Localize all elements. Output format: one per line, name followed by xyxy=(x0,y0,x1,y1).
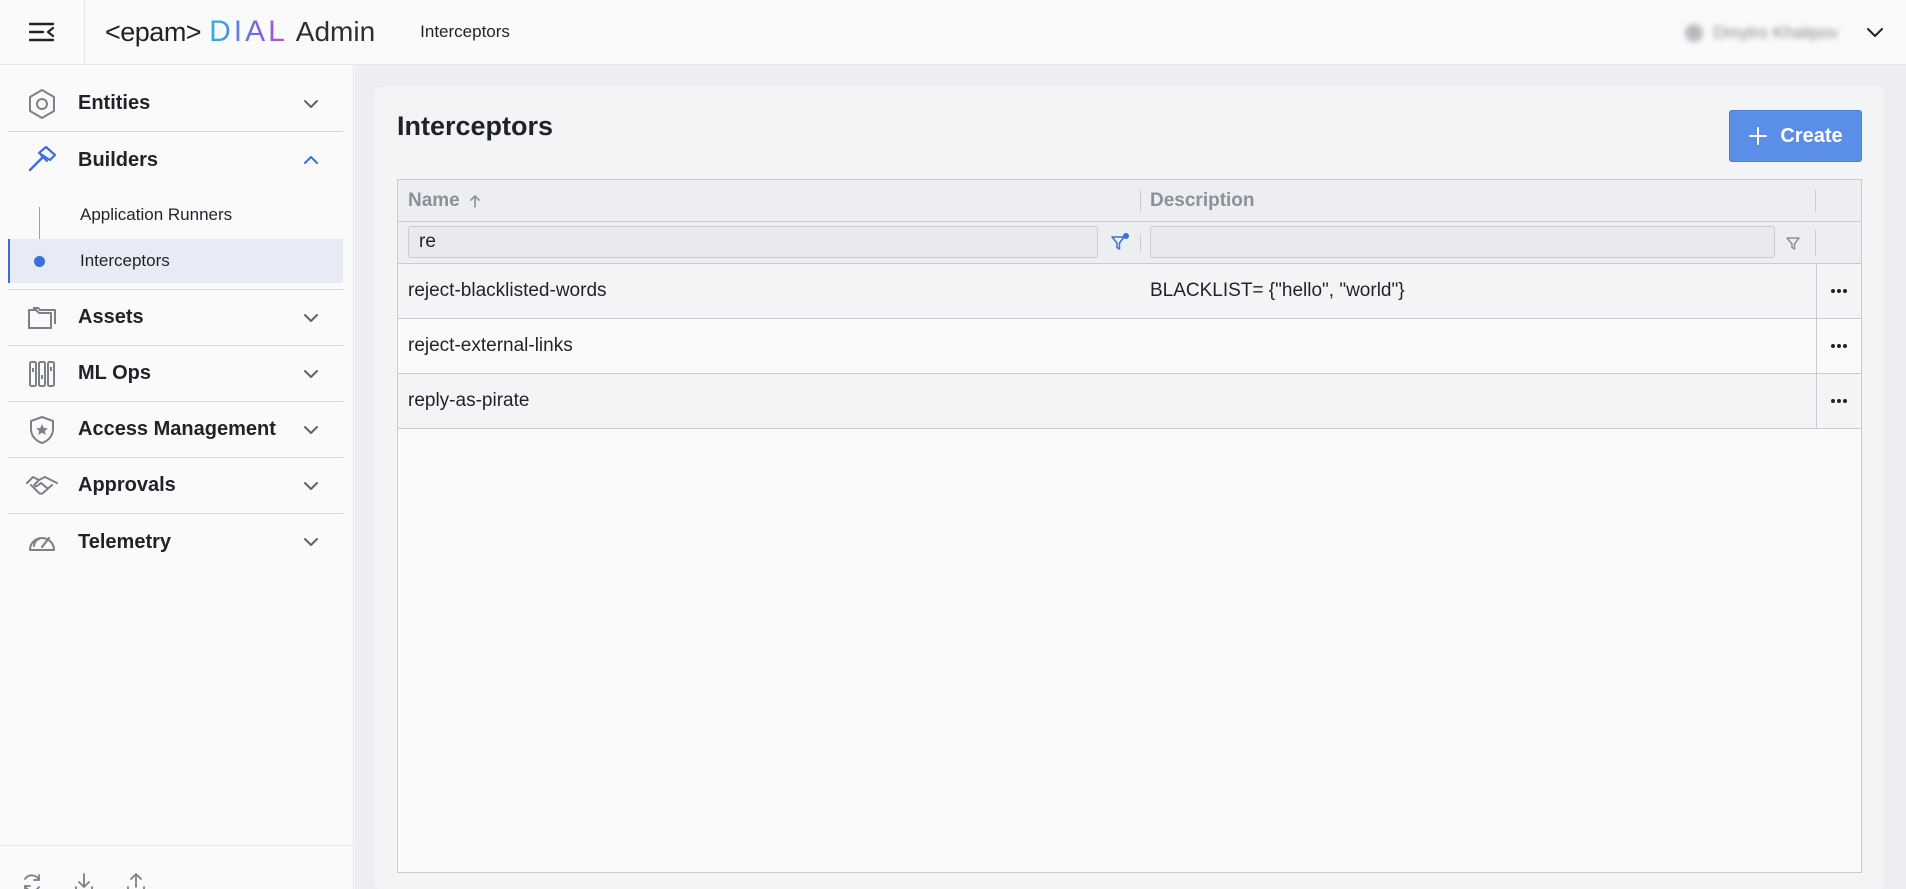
ml-ops-icon xyxy=(22,354,62,394)
table-header: Name Description xyxy=(398,180,1861,222)
sidebar-section-access-management[interactable]: Access Management xyxy=(8,402,343,458)
user-name: Dmytro Khalipov xyxy=(1713,22,1838,42)
sidebar-section-label: Approvals xyxy=(78,474,176,496)
table-row[interactable]: reject-external-links xyxy=(398,319,1861,374)
folder-icon xyxy=(22,298,62,338)
column-header-label: Description xyxy=(1150,190,1255,211)
cell-description: BLACKLIST= {"hello", "world"} xyxy=(1150,280,1405,301)
sidebar-section-label: Access Management xyxy=(78,418,276,440)
refresh-icon[interactable] xyxy=(20,871,44,889)
more-horizontal-icon xyxy=(1831,344,1847,348)
sort-ascending-icon xyxy=(469,195,480,208)
sidebar-section-telemetry[interactable]: Telemetry xyxy=(8,514,343,570)
table-row[interactable]: reject-blacklisted-words BLACKLIST= {"he… xyxy=(398,264,1861,319)
column-header-description[interactable]: Description xyxy=(1150,180,1810,222)
download-icon[interactable] xyxy=(72,871,96,889)
sidebar-item-application-runners[interactable]: Application Runners xyxy=(8,193,343,237)
sidebar-section-assets[interactable]: Assets xyxy=(8,290,343,346)
sidebar-section-label: ML Ops xyxy=(78,362,151,384)
handshake-icon xyxy=(22,466,62,506)
logo-dial: DIAL xyxy=(209,15,288,48)
chevron-down-icon xyxy=(301,420,321,440)
sidebar-footer xyxy=(0,845,354,889)
top-header: <epam> DIAL Admin Interceptors Dmytro Kh… xyxy=(0,0,1906,65)
menu-collapse-icon xyxy=(29,22,55,42)
name-filter-input[interactable] xyxy=(408,226,1098,258)
cell-name: reject-external-links xyxy=(408,335,573,356)
chevron-up-icon xyxy=(301,150,321,170)
logo-epam: <epam> xyxy=(105,17,202,47)
upload-icon[interactable] xyxy=(124,871,148,889)
sidebar-section-builders[interactable]: Builders xyxy=(8,132,343,188)
row-actions-button[interactable] xyxy=(1816,374,1861,428)
gauge-icon xyxy=(22,522,62,562)
app-logo[interactable]: <epam> DIAL Admin xyxy=(105,15,375,49)
divider xyxy=(1815,230,1816,256)
chevron-down-icon xyxy=(1867,27,1883,37)
column-resize-handle[interactable] xyxy=(1815,190,1816,212)
sidebar-item-interceptors[interactable]: Interceptors xyxy=(8,239,343,283)
create-button-label: Create xyxy=(1780,124,1843,147)
table-filter-row xyxy=(398,222,1861,264)
shield-star-icon xyxy=(22,410,62,450)
create-button[interactable]: Create xyxy=(1729,110,1862,162)
breadcrumb: Interceptors xyxy=(420,22,510,41)
logo-admin: Admin xyxy=(295,16,376,47)
filter-active-icon[interactable] xyxy=(1110,233,1130,253)
active-item-marker xyxy=(34,256,45,267)
menu-toggle-button[interactable] xyxy=(0,0,85,65)
chevron-down-icon xyxy=(301,476,321,496)
sidebar-section-label: Entities xyxy=(78,92,151,114)
chevron-down-icon xyxy=(301,364,321,384)
user-menu[interactable]: Dmytro Khalipov xyxy=(1685,0,1884,65)
more-horizontal-icon xyxy=(1831,289,1847,293)
sidebar-section-label: Telemetry xyxy=(78,530,172,553)
table-row[interactable]: reply-as-pirate xyxy=(398,374,1861,429)
hexagon-icon xyxy=(22,84,62,124)
column-header-label: Name xyxy=(408,190,460,211)
avatar xyxy=(1685,23,1704,42)
sidebar: Entities Builders Application Runners In… xyxy=(0,65,354,889)
plus-icon xyxy=(1749,127,1768,145)
sidebar-section-label: Builders xyxy=(78,148,159,171)
main-content: Interceptors Create Name Description re … xyxy=(355,65,1906,889)
interceptors-table: Name Description re reject-blacklisted-w… xyxy=(397,179,1862,873)
chevron-down-icon xyxy=(301,532,321,552)
filter-icon[interactable] xyxy=(1784,233,1804,253)
chevron-down-icon xyxy=(301,308,321,328)
row-actions-button[interactable] xyxy=(1816,264,1861,318)
row-actions-button[interactable] xyxy=(1816,319,1861,373)
content-card: Interceptors Create Name Description re … xyxy=(375,87,1884,889)
user-info: Dmytro Khalipov xyxy=(1685,23,1838,43)
sidebar-item-label: Interceptors xyxy=(80,251,170,270)
column-resize-handle[interactable] xyxy=(1140,190,1141,212)
hammer-icon xyxy=(22,140,62,180)
sidebar-section-approvals[interactable]: Approvals xyxy=(8,458,343,514)
sidebar-section-entities[interactable]: Entities xyxy=(8,76,343,132)
page-title: Interceptors xyxy=(397,111,554,141)
divider xyxy=(1140,234,1141,252)
sidebar-item-label: Application Runners xyxy=(80,205,233,224)
description-filter-input[interactable] xyxy=(1150,226,1775,258)
sidebar-section-ml-ops[interactable]: ML Ops xyxy=(8,346,343,402)
column-header-name[interactable]: Name xyxy=(408,180,1138,222)
cell-name: reject-blacklisted-words xyxy=(408,280,607,301)
chevron-down-icon xyxy=(301,94,321,114)
cell-name: reply-as-pirate xyxy=(408,390,530,411)
sidebar-section-label: Assets xyxy=(78,306,144,328)
more-horizontal-icon xyxy=(1831,399,1847,403)
